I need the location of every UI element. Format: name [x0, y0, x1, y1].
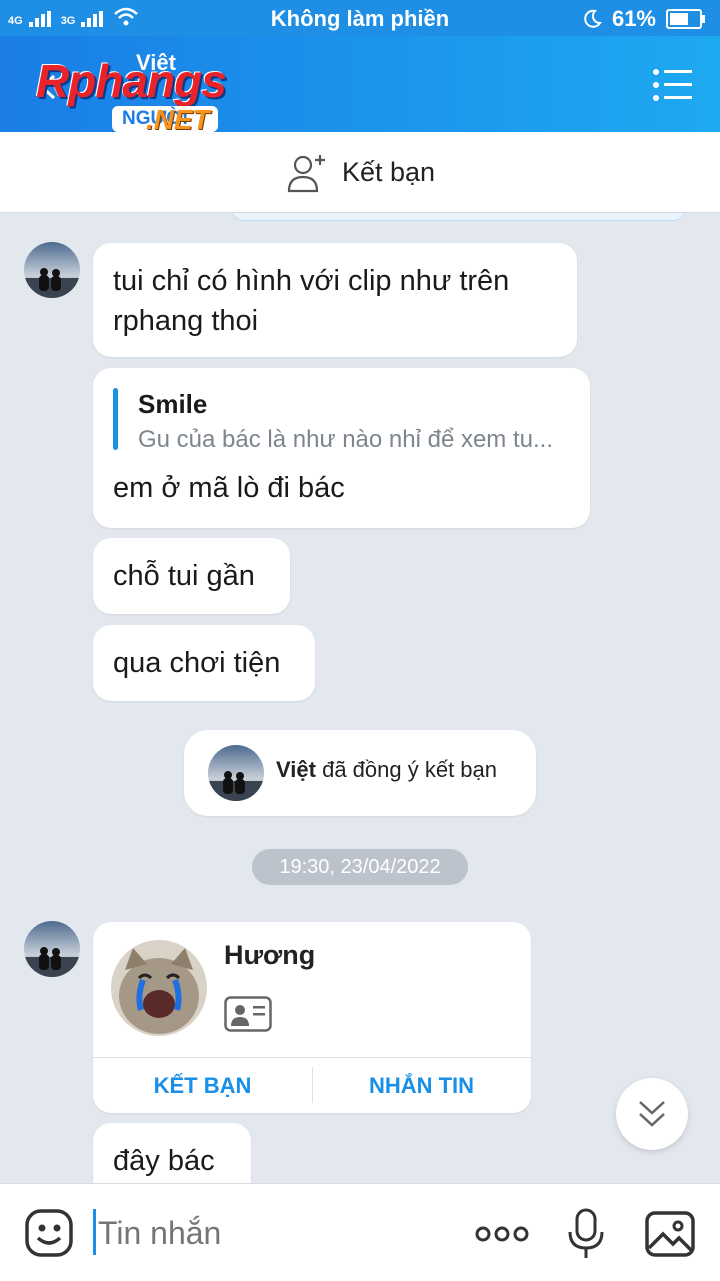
timestamp-pill: 19:30, 23/04/2022 [252, 849, 468, 885]
scroll-to-bottom-button[interactable] [616, 1078, 688, 1150]
image-gallery-icon [645, 1211, 695, 1257]
site-logo: Việt Rphangs NGƯỜI .NET [36, 48, 266, 135]
message-text: chỗ tui gần [113, 560, 255, 592]
contact-name: Hương [224, 940, 316, 970]
add-friend-button[interactable]: Kết bạn [286, 148, 435, 196]
message-text: đây bác [113, 1145, 215, 1177]
notice-text: Việt đã đồng ý kết bạn [276, 757, 497, 783]
double-chevron-down-icon [639, 1101, 665, 1127]
contact-avatar[interactable] [111, 940, 207, 1036]
app-header: Việt Rphangs NGƯỜI .NET [0, 36, 720, 135]
contact-id-badge [224, 996, 272, 1037]
list-menu-icon [653, 69, 692, 101]
status-right: 61% [582, 6, 706, 32]
message-input-bar [0, 1183, 720, 1281]
message-bubble[interactable]: qua chơi tiện [93, 625, 315, 701]
message-bubble[interactable]: tui chỉ có hình với clip như trên rphang… [93, 243, 577, 357]
add-friend-label: Kết bạn [342, 156, 436, 187]
avatar[interactable] [24, 242, 80, 298]
image-button[interactable] [644, 1208, 696, 1260]
battery-icon [666, 9, 705, 29]
avatar[interactable] [24, 921, 80, 977]
logo-main-text: Rphangs [36, 55, 227, 107]
id-card-icon [224, 996, 272, 1032]
microphone-icon [568, 1208, 604, 1258]
chat-area[interactable]: tui chỉ có hình với clip như trên rphang… [0, 213, 720, 1183]
message-text: tui chỉ có hình với clip như trên rphang… [113, 265, 510, 337]
notice-message: đã đồng ý kết bạn [322, 757, 497, 782]
avatar[interactable] [208, 745, 264, 801]
battery-percent: 61% [611, 6, 656, 31]
emoji-button[interactable] [24, 1208, 76, 1260]
reply-message-bubble[interactable]: Smile Gu của bác là như nào nhỉ để xem t… [93, 368, 590, 528]
moon-icon [584, 9, 602, 28]
message-text: em ở mã lò đi bác [113, 472, 345, 504]
quote-bar [113, 388, 118, 450]
more-options-button[interactable] [474, 1214, 530, 1254]
notice-name: Việt [276, 757, 316, 782]
add-user-icon [287, 155, 325, 193]
message-bubble[interactable]: đây bác [93, 1123, 251, 1183]
contact-message-button[interactable]: NHẮN TIN [312, 1058, 531, 1113]
message-bubble[interactable]: chỗ tui gần [93, 538, 290, 614]
friend-accepted-notice: Việt đã đồng ý kết bạn [184, 730, 536, 816]
quote-sender-name: Smile [138, 389, 208, 419]
avatar-photo-icon [208, 745, 264, 801]
contact-card[interactable]: Hương KẾT BẠN NHẮN TIN [93, 922, 531, 1113]
message-input[interactable] [96, 1206, 460, 1260]
menu-button[interactable] [646, 62, 698, 108]
timestamp-text: 19:30, 23/04/2022 [279, 856, 441, 878]
avatar-photo-icon [24, 242, 80, 298]
sticker-emoji-icon [25, 1209, 73, 1257]
cat-avatar-icon [111, 940, 207, 1036]
status-bar: 4G 3G Không làm phiền 61% [0, 0, 720, 36]
voice-button[interactable] [566, 1208, 606, 1260]
friend-request-bar: Kết bạn [0, 132, 720, 213]
add-friend-button-label: KẾT BẠN [153, 1073, 252, 1098]
avatar-photo-icon [24, 921, 80, 977]
ellipsis-icon [475, 1226, 529, 1242]
quote-preview-text: Gu của bác là như nào nhỉ để xem tu... [138, 426, 553, 453]
message-text: qua chơi tiện [113, 647, 281, 679]
message-button-label: NHẮN TIN [368, 1073, 475, 1098]
contact-add-friend-button[interactable]: KẾT BẠN [93, 1058, 312, 1113]
previous-message-edge [230, 213, 687, 221]
